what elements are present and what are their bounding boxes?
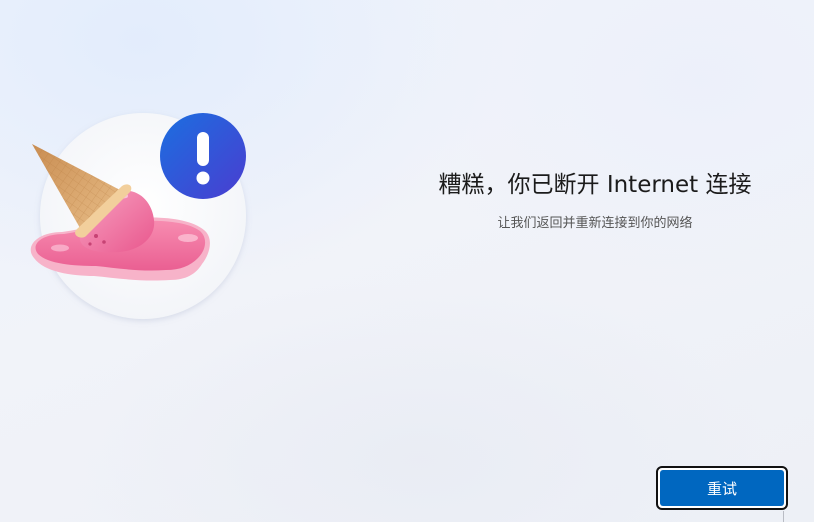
network-error-page: 糟糕，你已断开 Internet 连接 让我们返回并重新连接到你的网络 重试: [0, 0, 814, 522]
melted-ice-cream-illustration: [30, 113, 246, 319]
page-subtitle: 让我们返回并重新连接到你的网络: [497, 216, 693, 231]
exclamation-icon: [197, 132, 209, 166]
retry-button[interactable]: 重试: [656, 466, 788, 510]
page-title: 糟糕，你已断开 Internet 连接: [438, 172, 752, 198]
window-edge-divider: [783, 511, 784, 522]
retry-button-label: 重试: [660, 470, 784, 506]
